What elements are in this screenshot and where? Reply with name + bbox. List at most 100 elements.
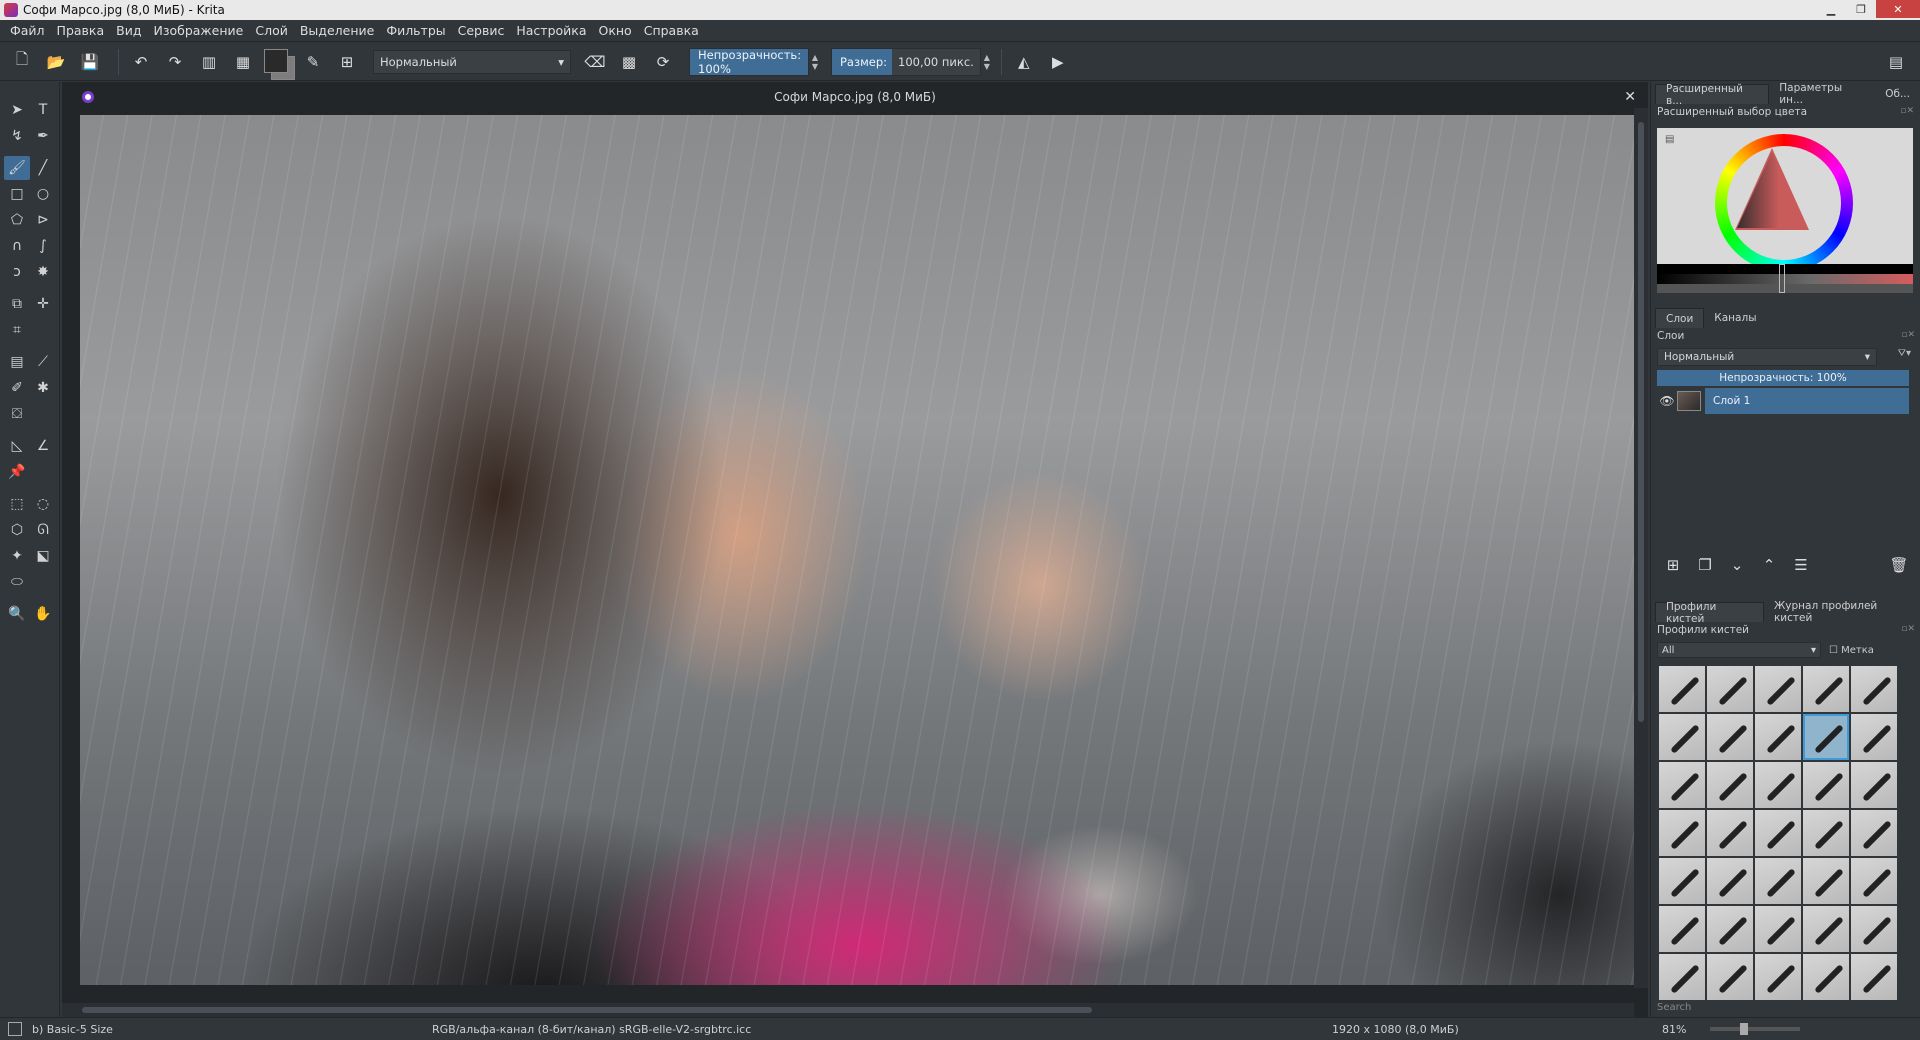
brush-preset[interactable]	[1755, 906, 1801, 952]
gradient-icon[interactable]: ▥	[195, 48, 223, 76]
menu-help[interactable]: Справка	[638, 23, 705, 38]
image-canvas[interactable]	[80, 115, 1634, 985]
add-layer-icon[interactable]: ⊞	[1657, 556, 1689, 574]
close-window-icon[interactable]: ✕	[1876, 0, 1920, 18]
size-slider[interactable]: Размер: 100,00 пикс.	[831, 47, 981, 76]
mirror-vertical-icon[interactable]: ▶	[1044, 48, 1072, 76]
layer-blend-select[interactable]: Нормальный ▾	[1657, 348, 1877, 366]
contiguous-select-icon[interactable]: ✦	[4, 544, 30, 568]
move-tool-icon[interactable]: ✛	[30, 292, 56, 316]
brush-preset[interactable]	[1803, 858, 1849, 904]
maximize-icon[interactable]: ❐	[1846, 0, 1876, 18]
panel-float-close-icon[interactable]: ▫✕	[1900, 106, 1914, 118]
brush-search-placeholder[interactable]: Search	[1657, 1002, 1691, 1013]
tab-overview[interactable]: Об...	[1875, 84, 1920, 104]
menu-tools[interactable]: Сервис	[452, 23, 511, 38]
brush-preset[interactable]	[1851, 906, 1897, 952]
brush-preset[interactable]	[1707, 954, 1753, 1000]
bezier-select-icon[interactable]: ⬭	[4, 570, 30, 594]
foreground-color-swatch[interactable]	[264, 48, 288, 73]
edit-shapes-icon[interactable]: ↯	[4, 124, 30, 148]
brush-tool-icon[interactable]: 🖌	[4, 156, 30, 180]
menu-file[interactable]: Файл	[4, 23, 51, 38]
opacity-slider[interactable]: Непрозрачность: 100%	[689, 47, 809, 76]
brush-preset[interactable]	[1707, 666, 1753, 712]
hue-ring[interactable]	[1715, 134, 1853, 272]
tab-brush-history[interactable]: Журнал профилей кистей	[1764, 600, 1920, 624]
undo-icon[interactable]: ↶	[127, 48, 155, 76]
pattern-icon[interactable]: ▦	[229, 48, 257, 76]
reload-preset-icon[interactable]: ⟳	[649, 48, 677, 76]
mirror-horizontal-icon[interactable]: ◭	[1010, 48, 1038, 76]
brush-preset[interactable]	[1659, 810, 1705, 856]
eraser-icon[interactable]: ⌫	[581, 48, 609, 76]
size-spin-icon[interactable]: ▲ ▼	[981, 48, 993, 76]
brush-grid-icon[interactable]: ⊞	[333, 48, 361, 76]
close-icon[interactable]: ✕	[1624, 89, 1636, 105]
colorize-mask-icon[interactable]: ✐	[4, 376, 30, 400]
value-gradient[interactable]	[1657, 274, 1913, 284]
layer-opacity-slider[interactable]: Непрозрачность: 100%	[1657, 370, 1909, 386]
rect-select-icon[interactable]: ⬚	[4, 492, 30, 516]
color-swatches[interactable]	[263, 48, 295, 80]
ellipse-tool-icon[interactable]: ○	[30, 182, 56, 206]
brush-preset[interactable]	[1707, 906, 1753, 952]
color-history-bar[interactable]	[1657, 264, 1913, 293]
polyline-tool-icon[interactable]: ⊳	[30, 208, 56, 232]
brush-preset[interactable]	[1851, 714, 1897, 760]
brush-preset[interactable]	[1707, 762, 1753, 808]
brush-preset[interactable]	[1755, 858, 1801, 904]
tab-layers[interactable]: Слои	[1655, 308, 1705, 328]
open-folder-icon[interactable]: 📂	[42, 48, 70, 76]
eye-icon[interactable]: 👁	[1657, 394, 1677, 408]
calligraphy-icon[interactable]: ✒	[30, 124, 56, 148]
menu-layer[interactable]: Слой	[249, 23, 294, 38]
brush-preset[interactable]	[1707, 858, 1753, 904]
status-zoom[interactable]: 81%	[1662, 1023, 1710, 1036]
brush-preset[interactable]	[1851, 762, 1897, 808]
layer-name[interactable]: Слой 1	[1705, 388, 1909, 414]
assistant-tool-icon[interactable]: ◺	[4, 434, 30, 458]
value-cursor[interactable]	[1779, 264, 1785, 293]
duplicate-layer-icon[interactable]: ❐	[1689, 556, 1721, 574]
brush-preset[interactable]	[1803, 810, 1849, 856]
ellipse-select-icon[interactable]: ◌	[30, 492, 56, 516]
move-up-icon[interactable]: ⌃	[1753, 556, 1785, 574]
brush-preset-selected[interactable]	[1803, 714, 1849, 760]
zoom-tool-icon[interactable]: 🔍	[4, 602, 30, 626]
brush-preset[interactable]	[1803, 954, 1849, 1000]
status-colorspace[interactable]: RGB/альфа-канал (8-бит/канал) sRGB-elle-…	[432, 1023, 1332, 1036]
horizontal-scrollbar[interactable]	[62, 1003, 1634, 1017]
layer-row[interactable]: 👁 Слой 1	[1657, 388, 1909, 414]
tab-advanced-color[interactable]: Расширенный в...	[1655, 83, 1770, 107]
vertical-scrollbar[interactable]	[1634, 108, 1648, 988]
tab-channels[interactable]: Каналы	[1704, 308, 1766, 328]
scroll-thumb[interactable]	[82, 1007, 1092, 1013]
polygon-tool-icon[interactable]: ⬠	[4, 208, 30, 232]
brush-tag-select[interactable]: All ▾	[1657, 642, 1821, 658]
freehand-select-icon[interactable]: ᘏ	[30, 518, 56, 542]
menu-filters[interactable]: Фильтры	[380, 23, 451, 38]
move-down-icon[interactable]: ⌄	[1721, 556, 1753, 574]
dynamic-brush-icon[interactable]: ↄ	[4, 260, 30, 284]
new-document-icon[interactable]: 🗋	[8, 48, 36, 76]
brush-preset[interactable]	[1707, 714, 1753, 760]
brush-preset[interactable]	[1755, 666, 1801, 712]
smart-patch-icon[interactable]: ✱	[30, 376, 56, 400]
brush-preset[interactable]	[1851, 954, 1897, 1000]
layer-properties-icon[interactable]: ☰	[1785, 556, 1817, 574]
multibrush-icon[interactable]: ✸	[30, 260, 56, 284]
transform-tool-icon[interactable]: ⧉	[4, 292, 30, 316]
tag-checkbox[interactable]: ☐ Метка	[1829, 645, 1874, 656]
pan-tool-icon[interactable]: ✋	[30, 602, 56, 626]
brush-preset[interactable]	[1659, 762, 1705, 808]
scroll-thumb[interactable]	[1638, 122, 1644, 722]
brush-preset[interactable]	[1803, 906, 1849, 952]
panel-float-close-icon[interactable]: ▫✕	[1901, 624, 1915, 636]
brush-preset[interactable]	[1803, 762, 1849, 808]
save-icon[interactable]: 💾	[76, 48, 104, 76]
brush-preset[interactable]	[1755, 954, 1801, 1000]
color-settings-icon[interactable]: ▤	[1665, 134, 1677, 145]
bezier-tool-icon[interactable]: ∩	[4, 234, 30, 258]
brush-preset[interactable]	[1851, 810, 1897, 856]
